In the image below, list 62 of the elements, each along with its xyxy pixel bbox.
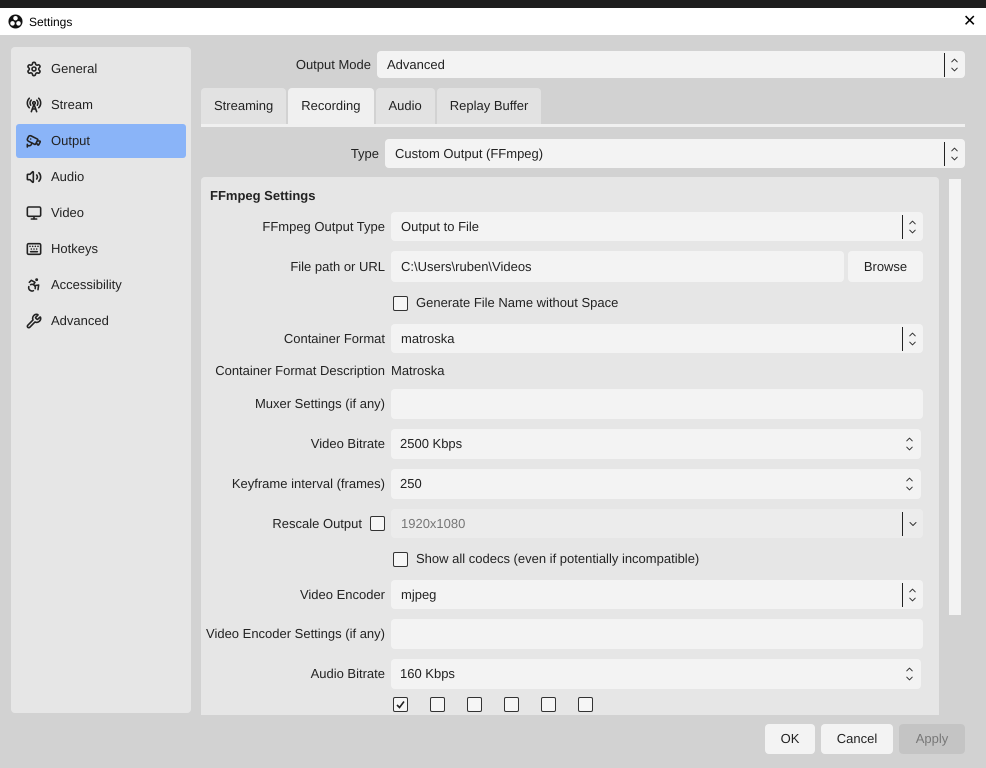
dropdown[interactable]: Output to File (391, 212, 923, 241)
checkbox-label[interactable]: Generate File Name without Space (416, 293, 618, 313)
browse-button[interactable]: Browse (848, 251, 923, 282)
field-label: Video Bitrate (310, 435, 385, 454)
field-label: Keyframe interval (frames) (232, 475, 385, 494)
wrench-icon (26, 313, 42, 329)
sidebar-item[interactable]: Advanced (16, 304, 186, 338)
sidebar-item[interactable]: Accessibility (16, 268, 186, 302)
field-label: Video Encoder (300, 586, 385, 604)
checkbox[interactable] (467, 697, 482, 712)
dialog-button[interactable]: Cancel (821, 724, 893, 754)
sidebar-item[interactable]: General (16, 52, 186, 86)
checkbox-label[interactable]: Show all codecs (even if potentially incompatible) (416, 549, 700, 569)
dropdown[interactable]: Custom Output (FFmpeg) (385, 139, 965, 168)
logo-icon (8, 14, 23, 29)
tab[interactable]: Replay Buffer (436, 88, 542, 124)
speaker-icon (26, 169, 42, 185)
sidebar-item[interactable]: Stream (16, 88, 186, 122)
spin-field[interactable]: 160 Kbps (391, 659, 921, 689)
field-label: Rescale Output (272, 514, 362, 533)
keyboard-icon (26, 241, 42, 257)
field-label: Audio Bitrate (310, 665, 385, 684)
field-label: Type (350, 144, 379, 163)
field-label: Video Encoder Settings (if any) (206, 625, 385, 644)
field-label: Output Mode (296, 56, 371, 74)
field-label: Container Format Description (215, 362, 385, 380)
checkbox[interactable] (578, 697, 593, 712)
dropdown[interactable]: matroska (391, 324, 923, 353)
section-title: FFmpeg Settings (210, 187, 316, 205)
person-icon (26, 277, 42, 293)
sidebar-item[interactable]: Hotkeys (16, 232, 186, 266)
monitor-icon (26, 205, 42, 221)
checkbox[interactable] (393, 697, 408, 712)
sidebar-item[interactable]: Video (16, 196, 186, 230)
camera-icon (26, 133, 42, 149)
dialog-button[interactable]: OK (765, 724, 815, 754)
field-label: FFmpeg Output Type (262, 218, 385, 236)
checkbox[interactable] (504, 697, 519, 712)
format-description: Matroska (391, 362, 444, 380)
input-field[interactable]: C:\Users\ruben\Videos (391, 251, 844, 282)
tab[interactable]: Audio (376, 88, 435, 124)
sidebar-item[interactable]: Output (16, 124, 186, 158)
antenna-icon (26, 97, 42, 113)
sidebar-item[interactable]: Audio (16, 160, 186, 194)
spin-field[interactable]: 2500 Kbps (391, 429, 921, 459)
checkmark-icon (395, 699, 406, 710)
tab[interactable]: Recording (288, 88, 374, 124)
spin-field[interactable]: 250 (391, 469, 921, 499)
dropdown[interactable]: mjpeg (391, 580, 923, 609)
scrollbar[interactable] (949, 179, 961, 615)
tab[interactable]: Streaming (201, 88, 286, 124)
dropdown[interactable]: Advanced (377, 51, 965, 78)
gear-icon (26, 61, 42, 77)
checkbox[interactable] (541, 697, 556, 712)
close-button[interactable]: ✕ (963, 14, 976, 30)
field-label: File path or URL (290, 258, 385, 276)
checkbox[interactable] (393, 296, 408, 310)
checkbox[interactable] (393, 552, 408, 566)
checkbox[interactable] (430, 697, 445, 712)
field-label: Muxer Settings (if any) (254, 395, 385, 414)
window-title: Settings (29, 14, 72, 30)
field-label: Container Format (284, 330, 385, 348)
